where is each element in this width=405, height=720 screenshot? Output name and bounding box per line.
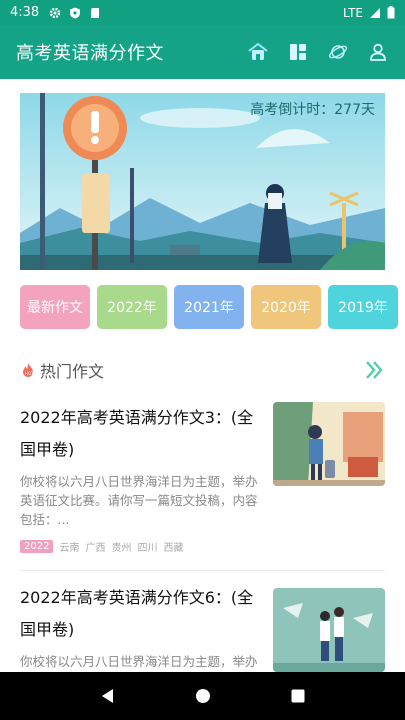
article-title: 2022年高考英语满分作文6：(全国甲卷) [20, 588, 254, 639]
article-item[interactable]: 2022年高考英语满分作文3：(全国甲卷) 你校将以六月八日世界海洋日为主题，举… [20, 402, 385, 554]
battery-icon [387, 6, 395, 19]
sd-card-icon [91, 7, 100, 18]
banner-illustration [20, 93, 385, 270]
fire-icon: HOT [23, 363, 34, 377]
region-tag: 云南 [59, 543, 80, 554]
region-tag: 四川 [137, 543, 158, 554]
article-title: 2022年高考英语满分作文3：(全国甲卷) [20, 408, 254, 459]
year-chip-2020[interactable]: 2020年 [251, 285, 321, 329]
recents-icon[interactable] [290, 688, 306, 704]
app-title: 高考英语满分作文 [16, 43, 164, 64]
svg-text:HOT: HOT [25, 371, 34, 376]
planet-icon [328, 45, 348, 59]
network-label: LTE [343, 5, 363, 20]
profile-button[interactable] [367, 41, 389, 63]
divider [20, 570, 385, 571]
signal-icon [370, 7, 380, 18]
article-item[interactable]: 2022年高考英语满分作文6：(全国甲卷) 你校将以六月八日世界海洋日为主题，举… [20, 582, 385, 707]
year-badge: 2022 [20, 540, 54, 553]
section-title: 热门作文 [40, 362, 105, 381]
more-chevron-icon[interactable] [363, 359, 385, 381]
article-thumbnail [273, 402, 385, 486]
year-chip-2021[interactable]: 2021年 [174, 285, 244, 329]
region-tag: 广西 [85, 543, 106, 554]
year-chip-2019[interactable]: 2019年 [328, 285, 398, 329]
region-tag: 贵州 [111, 543, 132, 554]
home-icon [248, 42, 268, 60]
category-button[interactable] [287, 41, 309, 63]
hot-section-header: HOT 热门作文 [20, 356, 385, 384]
user-icon [370, 43, 386, 61]
status-time: 4:38 [10, 5, 40, 20]
back-icon[interactable] [100, 688, 116, 704]
article-desc: 你校将以六月八日世界海洋日为主题，举办英语征文比赛。请你写一篇短文投稿，内容包括… [20, 474, 258, 527]
system-nav-bar [0, 672, 405, 720]
year-chip-2022[interactable]: 2022年 [97, 285, 167, 329]
article-thumbnail [273, 588, 385, 672]
discover-button[interactable] [327, 41, 349, 63]
shield-icon [70, 7, 81, 18]
countdown-text: 高考倒计时：277天 [250, 102, 375, 118]
status-bar: 4:38 LTE [0, 0, 405, 25]
home-button[interactable] [247, 41, 269, 63]
grid-layout-icon [290, 44, 306, 60]
home-circle-icon[interactable] [195, 688, 211, 704]
settings-icon [50, 7, 61, 18]
region-tag: 西藏 [163, 543, 184, 554]
year-chip-latest[interactable]: 最新作文 [20, 285, 90, 329]
year-filter: 最新作文 2022年 2021年 2020年 2019年 [20, 285, 405, 329]
app-bar: 高考英语满分作文 [0, 25, 405, 79]
banner[interactable]: 高考倒计时：277天 [20, 93, 385, 270]
